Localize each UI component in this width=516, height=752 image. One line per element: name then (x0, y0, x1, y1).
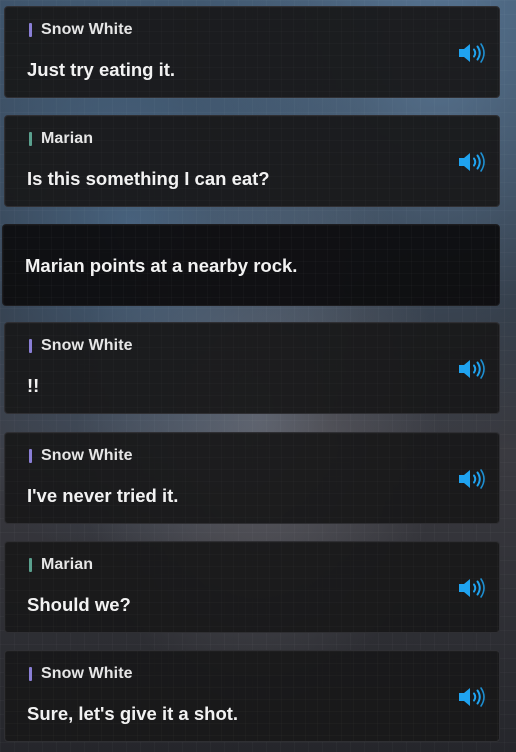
narration-entry: Marian points at a nearby rock. (2, 224, 500, 306)
speaker-volume-icon[interactable] (457, 150, 489, 174)
dialogue-entry: Snow White !! (4, 322, 500, 414)
speaker-name: Snow White (41, 337, 133, 354)
speaker-color-bar (29, 23, 32, 37)
speaker-volume-icon[interactable] (457, 576, 489, 600)
speaker-tag: Snow White (29, 665, 133, 683)
dialogue-text: Just try eating it. (27, 59, 176, 80)
dialogue-text: I've never tried it. (27, 485, 179, 506)
speaker-tag: Snow White (29, 447, 133, 465)
dialogue-entry: Snow White I've never tried it. (4, 432, 500, 524)
dialogue-entry: Snow White Sure, let's give it a shot. (4, 650, 500, 742)
speaker-volume-icon[interactable] (457, 357, 489, 381)
speaker-volume-icon[interactable] (457, 685, 489, 709)
speaker-color-bar (29, 667, 32, 681)
speaker-volume-icon[interactable] (457, 41, 489, 65)
dialogue-text: Is this something I can eat? (27, 168, 270, 189)
speaker-color-bar (29, 558, 32, 572)
dialogue-text: Should we? (27, 594, 131, 615)
speaker-tag: Snow White (29, 21, 133, 39)
dialogue-entry: Marian Should we? (4, 541, 500, 633)
speaker-tag: Marian (29, 556, 93, 574)
dialogue-entry: Snow White Just try eating it. (4, 6, 500, 98)
dialogue-entry: Marian Is this something I can eat? (4, 115, 500, 207)
speaker-color-bar (29, 449, 32, 463)
speaker-tag: Marian (29, 130, 93, 148)
speaker-name: Snow White (41, 665, 133, 682)
speaker-name: Marian (41, 556, 94, 573)
dialogue-text: Sure, let's give it a shot. (27, 703, 239, 724)
speaker-volume-icon[interactable] (457, 467, 489, 491)
speaker-name: Marian (41, 130, 94, 147)
narration-text: Marian points at a nearby rock. (25, 255, 298, 276)
speaker-tag: Snow White (29, 337, 133, 355)
speaker-name: Snow White (41, 21, 133, 38)
speaker-color-bar (29, 339, 32, 353)
dialogue-text: !! (27, 375, 40, 396)
speaker-color-bar (29, 132, 32, 146)
speaker-name: Snow White (41, 447, 133, 464)
